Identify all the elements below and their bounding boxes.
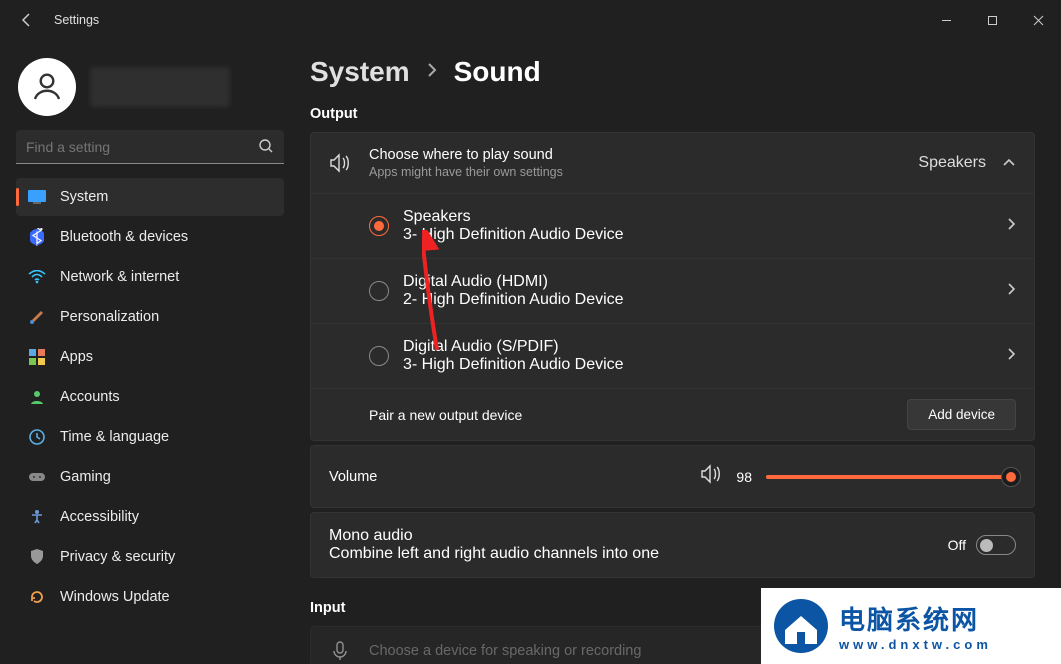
nav-system[interactable]: System — [16, 178, 284, 216]
pair-device-row: Pair a new output device Add device — [311, 388, 1034, 440]
device-name: Speakers — [403, 208, 992, 226]
pair-device-label: Pair a new output device — [369, 407, 907, 423]
back-button[interactable] — [18, 11, 36, 29]
nav-accessibility[interactable]: Accessibility — [16, 498, 284, 536]
volume-slider[interactable] — [766, 475, 1016, 479]
window-title: Settings — [54, 13, 99, 27]
chevron-right-icon[interactable] — [1006, 217, 1016, 236]
user-block[interactable] — [18, 58, 284, 116]
nav-label: Gaming — [60, 469, 111, 485]
nav-bluetooth[interactable]: Bluetooth & devices — [16, 218, 284, 256]
breadcrumb-leaf: Sound — [454, 56, 541, 88]
speaker-icon — [329, 153, 351, 173]
nav-label: Bluetooth & devices — [60, 229, 188, 245]
speaker-volume-icon[interactable] — [700, 464, 722, 489]
nav-label: Accessibility — [60, 509, 139, 525]
chevron-right-icon[interactable] — [1006, 282, 1016, 301]
breadcrumb-root[interactable]: System — [310, 56, 410, 88]
nav-label: Network & internet — [60, 269, 179, 285]
nav-label: Windows Update — [60, 589, 170, 605]
update-icon — [28, 588, 46, 606]
radio-unselected-icon[interactable] — [369, 346, 389, 366]
output-device-card: Choose where to play sound Apps might ha… — [310, 132, 1035, 441]
nav-network[interactable]: Network & internet — [16, 258, 284, 296]
main-content: System Sound Output Choose where to play… — [300, 40, 1061, 664]
watermark-text: 电脑系统网 — [839, 600, 992, 637]
device-option-spdif[interactable]: Digital Audio (S/PDIF) 3- High Definitio… — [311, 323, 1034, 388]
volume-card: Volume 98 — [310, 445, 1035, 508]
watermark-logo-icon — [773, 598, 829, 654]
nav-label: Time & language — [60, 429, 169, 445]
paintbrush-icon — [28, 308, 46, 326]
user-name-redacted — [90, 67, 230, 107]
chevron-right-icon[interactable] — [1006, 347, 1016, 366]
nav-label: Apps — [60, 349, 93, 365]
device-name: Digital Audio (S/PDIF) — [403, 338, 992, 356]
search-box[interactable] — [16, 130, 284, 164]
chevron-right-icon — [426, 61, 438, 84]
shield-icon — [28, 548, 46, 566]
maximize-button[interactable] — [969, 4, 1015, 36]
mono-audio-card[interactable]: Mono audio Combine left and right audio … — [310, 512, 1035, 578]
volume-label: Volume — [329, 469, 686, 485]
device-desc: 3- High Definition Audio Device — [403, 226, 992, 244]
nav-accounts[interactable]: Accounts — [16, 378, 284, 416]
device-name: Digital Audio (HDMI) — [403, 273, 992, 291]
nav-label: Accounts — [60, 389, 120, 405]
sidebar: System Bluetooth & devices Network & int… — [0, 40, 300, 664]
nav-time-language[interactable]: Time & language — [16, 418, 284, 456]
mono-sub: Combine left and right audio channels in… — [329, 545, 934, 563]
choose-output-title: Choose where to play sound — [369, 147, 900, 163]
breadcrumb: System Sound — [310, 56, 1035, 88]
nav-personalization[interactable]: Personalization — [16, 298, 284, 336]
accessibility-icon — [28, 508, 46, 526]
volume-value: 98 — [736, 469, 752, 485]
mono-title: Mono audio — [329, 527, 934, 545]
radio-unselected-icon[interactable] — [369, 281, 389, 301]
gaming-icon — [28, 468, 46, 486]
choose-output-sub: Apps might have their own settings — [369, 165, 900, 179]
bluetooth-icon — [28, 228, 46, 246]
device-option-speakers[interactable]: Speakers 3- High Definition Audio Device — [311, 193, 1034, 258]
mic-icon — [329, 641, 351, 661]
mono-state-label: Off — [948, 537, 966, 553]
system-icon — [28, 188, 46, 206]
nav-label: Privacy & security — [60, 549, 175, 565]
add-device-button[interactable]: Add device — [907, 399, 1016, 430]
watermark-url: www.dnxtw.com — [839, 637, 992, 652]
watermark: 电脑系统网 www.dnxtw.com — [761, 588, 1061, 664]
close-button[interactable] — [1015, 4, 1061, 36]
clock-icon — [28, 428, 46, 446]
titlebar: Settings — [0, 0, 1061, 40]
device-option-hdmi[interactable]: Digital Audio (HDMI) 2- High Definition … — [311, 258, 1034, 323]
choose-output-row[interactable]: Choose where to play sound Apps might ha… — [311, 133, 1034, 193]
chevron-up-icon — [1002, 154, 1016, 172]
person-icon — [28, 388, 46, 406]
selected-device-label: Speakers — [918, 154, 986, 172]
nav-gaming[interactable]: Gaming — [16, 458, 284, 496]
minimize-button[interactable] — [923, 4, 969, 36]
device-desc: 3- High Definition Audio Device — [403, 356, 992, 374]
nav-label: System — [60, 189, 108, 205]
radio-selected-icon[interactable] — [369, 216, 389, 236]
apps-icon — [28, 348, 46, 366]
nav-list: System Bluetooth & devices Network & int… — [16, 178, 284, 616]
nav-label: Personalization — [60, 309, 159, 325]
nav-apps[interactable]: Apps — [16, 338, 284, 376]
output-heading: Output — [310, 106, 1035, 122]
search-icon — [258, 138, 274, 159]
device-desc: 2- High Definition Audio Device — [403, 291, 992, 309]
wifi-icon — [28, 268, 46, 286]
search-input[interactable] — [16, 130, 284, 164]
mono-toggle[interactable] — [976, 535, 1016, 555]
nav-windows-update[interactable]: Windows Update — [16, 578, 284, 616]
avatar — [18, 58, 76, 116]
nav-privacy[interactable]: Privacy & security — [16, 538, 284, 576]
